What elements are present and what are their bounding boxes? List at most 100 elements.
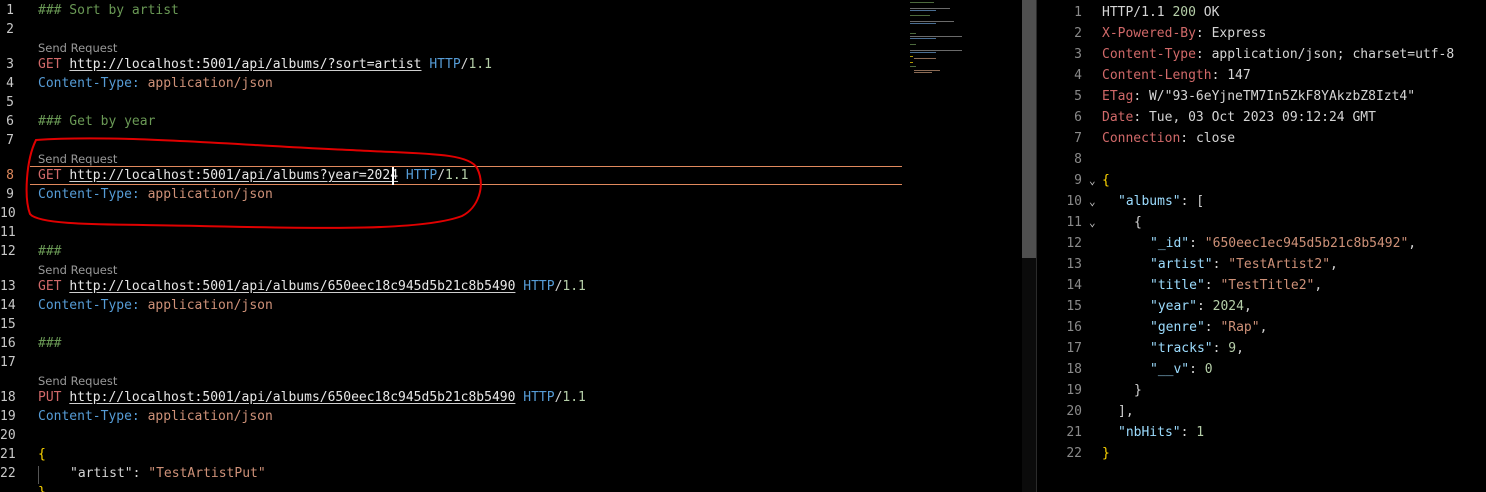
request-line: PUT http://localhost:5001/api/albums/650… (38, 387, 586, 408)
json-field: "genre": "Rap", (1150, 320, 1268, 335)
header-name: ETag (1102, 89, 1134, 104)
json-value: "TestArtistPut" (148, 466, 266, 481)
section-comment: ### (38, 336, 62, 351)
json-key: "tracks" (1150, 341, 1213, 356)
json-value: 9 (1228, 341, 1237, 356)
protocol-slash: / (437, 168, 446, 183)
line-number-active: 8 (6, 168, 14, 183)
json-key: "artist" (1150, 257, 1213, 272)
status-line: HTTP/1.1 200 OK (1102, 2, 1219, 23)
line-number: 7 (1074, 131, 1082, 146)
header-line: Content-Type: application/json (38, 406, 273, 427)
line-number: 18 (0, 390, 16, 405)
line-number: 13 (1066, 257, 1082, 272)
response-header: Content-Type: application/json; charset=… (1102, 47, 1455, 62)
line-number: 21 (0, 447, 16, 462)
request-url[interactable]: http://localhost:5001/api/albums/650eec1… (69, 390, 515, 405)
json-object-close: } (1134, 383, 1142, 398)
protocol: HTTP (523, 279, 555, 294)
json-key: "_id" (1150, 236, 1190, 251)
header-value: application/json (147, 187, 273, 202)
line-number: 16 (1066, 320, 1082, 335)
json-value: "TestTitle2" (1220, 278, 1315, 293)
header-value: application/json; charset=utf-8 (1211, 47, 1455, 62)
line-number: 2 (6, 22, 14, 37)
line-number: 10 (1066, 194, 1082, 209)
line-number: 3 (6, 57, 14, 72)
line-number: 6 (6, 114, 14, 129)
json-open-brace: { (1102, 173, 1110, 188)
http-method: PUT (38, 390, 62, 405)
header-name: Content-Type: (38, 409, 140, 424)
json-field: "year": 2024, (1150, 299, 1252, 314)
line-number: 1 (6, 3, 14, 18)
json-comma: , (1259, 320, 1268, 335)
scrollbar-thumb[interactable] (1022, 0, 1036, 258)
text-cursor (392, 167, 394, 185)
json-key: "title" (1150, 278, 1205, 293)
json-value: "TestArtist2" (1228, 257, 1331, 272)
minimap[interactable] (908, 0, 1018, 120)
json-line: "albums": [ (1118, 191, 1204, 212)
vertical-scrollbar[interactable] (1022, 0, 1036, 492)
request-url[interactable]: http://localhost:5001/api/albums/650eec1… (69, 279, 515, 294)
request-url[interactable]: http://localhost:5001/api/albums/?sort=a… (69, 57, 421, 72)
json-field: "title": "TestTitle2", (1150, 278, 1323, 293)
line-number: 14 (0, 298, 16, 313)
json-value: 1 (1196, 425, 1205, 440)
line-number: 4 (1074, 68, 1082, 83)
status-protocol: HTTP/1.1 (1102, 5, 1173, 20)
header-name: Content-Length (1102, 68, 1212, 83)
json-object-open: { (1134, 215, 1142, 230)
request-editor[interactable]: 1 2 3 4 5 6 7 8 9 10 11 12 13 14 15 16 1… (0, 0, 1036, 492)
header-value: 147 (1227, 68, 1251, 83)
line-number: 12 (0, 244, 16, 259)
json-value: 0 (1204, 362, 1213, 377)
chevron-down-icon[interactable]: ⌄ (1089, 191, 1101, 212)
line-number: 16 (0, 336, 16, 351)
response-header: ETag: W/"93-6eYjneTM7In5ZkF8YAkzbZ8Izt4" (1102, 89, 1416, 104)
header-value: close (1195, 131, 1236, 146)
protocol: HTTP (523, 390, 555, 405)
line-number: 13 (0, 279, 16, 294)
json-comma: , (1236, 341, 1244, 356)
json-comma: , (1314, 278, 1323, 293)
line-number: 11 (1066, 215, 1082, 230)
header-name: Content-Type: (38, 298, 140, 313)
header-name: Content-Type: (38, 187, 140, 202)
json-colon: : (132, 466, 149, 481)
json-key: "nbHits" (1118, 425, 1181, 440)
http-method: GET (38, 168, 62, 183)
response-header: X-Powered-By: Express (1102, 26, 1267, 41)
line-number: 20 (1066, 404, 1082, 419)
json-comma: , (1408, 236, 1417, 251)
json-value: "Rap" (1220, 320, 1260, 335)
line-number: 15 (0, 317, 16, 332)
header-line: Content-Type: application/json (38, 73, 273, 94)
json-close-brace: } (38, 482, 46, 492)
json-body-line: "artist": "TestArtistPut" (70, 463, 266, 484)
line-number: 19 (0, 409, 16, 424)
protocol-version: 1.1 (468, 57, 492, 72)
line-number: 11 (0, 225, 16, 240)
line-number: 21 (1066, 425, 1082, 440)
request-url[interactable]: http://localhost:5001/api/albums?year=20… (69, 168, 398, 183)
line-number: 3 (1074, 47, 1082, 62)
line-number: 4 (6, 76, 14, 91)
header-name: Content-Type: (38, 76, 140, 91)
chevron-down-icon[interactable]: ⌄ (1089, 170, 1101, 191)
line-number: 15 (1066, 299, 1082, 314)
json-value: "650eec1ec945d5b21c8b5492" (1204, 236, 1409, 251)
chevron-down-icon[interactable]: ⌄ (1089, 212, 1101, 233)
header-value: application/json (147, 76, 273, 91)
response-viewer[interactable]: 1 HTTP/1.1 200 OK 2 X-Powered-By: Express … (1036, 0, 1486, 492)
status-code: 200 (1172, 5, 1196, 20)
line-number: 18 (1066, 362, 1082, 377)
json-key: "__v" (1150, 362, 1190, 377)
header-value: application/json (147, 298, 273, 313)
header-name: Content-Type (1102, 47, 1196, 62)
section-comment: ### (38, 244, 62, 259)
protocol: HTTP (429, 57, 461, 72)
header-value: Tue, 03 Oct 2023 09:12:24 GMT (1148, 110, 1376, 125)
line-number: 22 (0, 466, 16, 481)
